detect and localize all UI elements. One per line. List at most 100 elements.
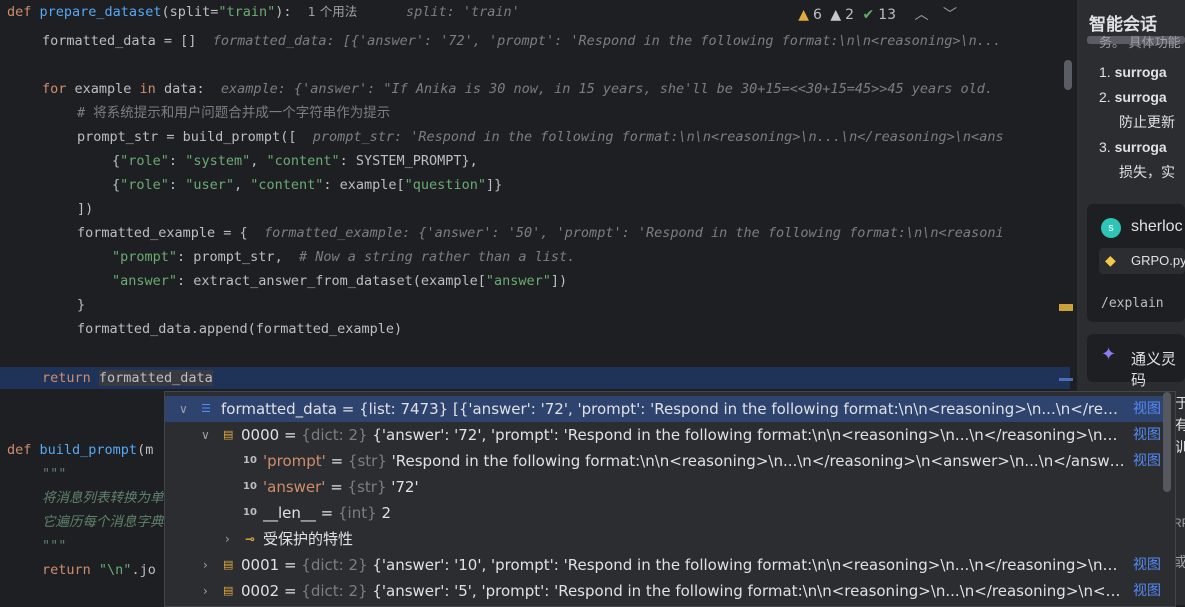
code-text: : example[ <box>323 177 405 193</box>
inspection-widget[interactable]: ▲ 6 ▲ 2 ✔ 13 ︿ ﹀ <box>794 4 957 24</box>
tree-row-field[interactable]: 10 'prompt' = {str} 'Respond in the foll… <box>165 448 1165 474</box>
keyword-def: def <box>7 4 32 20</box>
var-name: 0002 <box>241 582 280 600</box>
typo-check-icon: ✔ <box>862 7 875 23</box>
debugger-value-popup[interactable]: ∨ ☰ formatted_data = {list: 7473} [{'ans… <box>164 391 1176 607</box>
equals: = <box>336 400 360 418</box>
code-text: example <box>66 81 140 97</box>
string: "answer" <box>485 273 551 289</box>
tree-row-field[interactable]: 10 __len__ = {int} 2 <box>165 500 1165 526</box>
code-line: formatted_data.append(formatted_example) <box>77 317 402 341</box>
list-item: surroga <box>1114 89 1167 105</box>
keyword-return: return <box>42 562 91 578</box>
docstring: 它遍历每个消息字典 <box>42 514 164 530</box>
list-item: surroga <box>1114 139 1167 155</box>
code-text: : extract_answer_from_dataset(example[ <box>177 273 486 289</box>
chevron-right-icon[interactable]: › <box>203 578 215 604</box>
docstring-line: """ <box>42 534 66 558</box>
string: "role" <box>120 153 169 169</box>
list-item: surroga <box>1114 64 1167 80</box>
code-text: { <box>112 177 121 193</box>
file-name: GRPO.py <box>1131 253 1185 268</box>
inline-value-hint: example: {'answer': "If Anika is 30 now,… <box>220 81 993 97</box>
equals: = <box>315 504 339 522</box>
equals: = <box>279 556 302 574</box>
key-icon: ⊸ <box>245 532 256 546</box>
code-comment: # 将系统提示和用户问题合并成一个字符串作为提示 <box>77 105 391 121</box>
usage-hint[interactable]: 1 个用法 <box>308 4 357 19</box>
ai-name: 通义灵码 <box>1131 351 1177 389</box>
var-type: {list: 7473} <box>359 400 449 418</box>
file-chip[interactable]: ◆ GRPO.py <box>1099 248 1185 274</box>
string: "system" <box>185 153 251 169</box>
code-text: formatted_data = [] <box>42 33 197 49</box>
var-value: 2 <box>376 504 391 522</box>
command-text: /explain <box>1101 296 1164 311</box>
code-line-def: def build_prompt(m <box>7 438 153 462</box>
signature-end: ): <box>275 4 292 20</box>
string: "content" <box>266 153 340 169</box>
var-value: '72' <box>386 478 419 496</box>
code-text: ]} <box>485 177 503 193</box>
warning-count: 6 <box>813 7 822 23</box>
value-icon: 10 <box>243 507 257 518</box>
string: "user" <box>185 177 234 193</box>
code-line: formatted_example = { formatted_example:… <box>77 221 1004 245</box>
user-message-card: s sherloc ◆ GRPO.py /explain <box>1087 204 1185 322</box>
inline-value-hint: formatted_data: [{'answer': '72', 'promp… <box>212 33 1002 49</box>
string: "role" <box>120 177 169 193</box>
docstring-line: 它遍历每个消息字典 <box>42 510 164 534</box>
chevron-down-icon[interactable]: ﹀ <box>943 7 957 23</box>
tree-row-item[interactable]: › ▤ 0001 = {dict: 2} {'answer': '10', 'p… <box>165 552 1165 578</box>
code-text-selected[interactable]: formatted_data <box>98 370 213 386</box>
view-link[interactable]: 视图 <box>1133 552 1161 578</box>
list-item-continued: 损失，实 <box>1119 164 1175 180</box>
string: "content" <box>250 177 324 193</box>
signature-string: "train" <box>218 4 276 20</box>
code-text: ]) <box>550 273 568 289</box>
tree-row-formatted-data[interactable]: ∨ ☰ formatted_data = {list: 7473} [{'ans… <box>165 396 1165 422</box>
code-text: .jo <box>131 562 156 578</box>
chevron-up-icon[interactable]: ︿ <box>915 7 929 23</box>
field-key: __len__ <box>263 504 316 522</box>
signature-part: (split= <box>161 4 219 20</box>
var-value: {'answer': '72', 'prompt': 'Respond in t… <box>367 426 1126 444</box>
weak-warning-count: 2 <box>845 7 855 23</box>
chevron-down-icon[interactable]: ∨ <box>179 396 191 422</box>
view-link[interactable]: 视图 <box>1133 396 1161 422</box>
tree-row-item[interactable]: › ▤ 0002 = {dict: 2} {'answer': '5', 'pr… <box>165 578 1165 604</box>
chevron-right-icon[interactable]: › <box>203 552 215 578</box>
string: "prompt" <box>112 249 178 265</box>
ai-message-header: ✦ 通义灵码 <box>1087 334 1185 389</box>
var-type: {dict: 2} <box>301 582 368 600</box>
var-type: {str} <box>347 478 387 496</box>
docstring: """ <box>42 538 67 554</box>
tree-row-field[interactable]: 10 'answer' = {str} '72' <box>165 474 1165 500</box>
warning-icon: ▲ <box>798 7 809 23</box>
code-text: : prompt_str, <box>177 249 299 265</box>
var-type: {int} <box>338 504 377 522</box>
view-link[interactable]: 视图 <box>1133 422 1161 448</box>
var-name: 0001 <box>241 556 280 574</box>
equals: = <box>279 426 302 444</box>
field-key: 'answer' <box>263 478 326 496</box>
code-text: { <box>112 153 121 169</box>
tree-row-protected[interactable]: › ⊸ 受保护的特性 <box>165 526 1165 552</box>
equals: = <box>279 582 302 600</box>
editor-scrollbar[interactable] <box>1064 60 1072 90</box>
panel-side-text: 于 有 训 <box>1175 392 1185 458</box>
popup-scrollbar[interactable] <box>1163 392 1171 492</box>
scroll-warning-marker[interactable] <box>1059 304 1073 311</box>
var-type: {dict: 2} <box>301 556 368 574</box>
view-link[interactable]: 视图 <box>1133 448 1161 474</box>
chevron-down-icon[interactable]: ∨ <box>201 422 213 448</box>
function-name: prepare_dataset <box>39 4 162 20</box>
chevron-right-icon[interactable]: › <box>225 526 237 552</box>
code-text: data: <box>155 81 205 97</box>
list-num: 2. <box>1099 89 1111 105</box>
view-link[interactable]: 视图 <box>1133 578 1161 604</box>
tree-row-item[interactable]: ∨ ▤ 0000 = {dict: 2} {'answer': '72', 'p… <box>165 422 1165 448</box>
var-value: 'Respond in the following format:\n\n<re… <box>386 452 1126 470</box>
dict-icon: ▤ <box>223 558 234 571</box>
inline-value-hint: formatted_example: {'answer': '50', 'pro… <box>263 225 1004 241</box>
